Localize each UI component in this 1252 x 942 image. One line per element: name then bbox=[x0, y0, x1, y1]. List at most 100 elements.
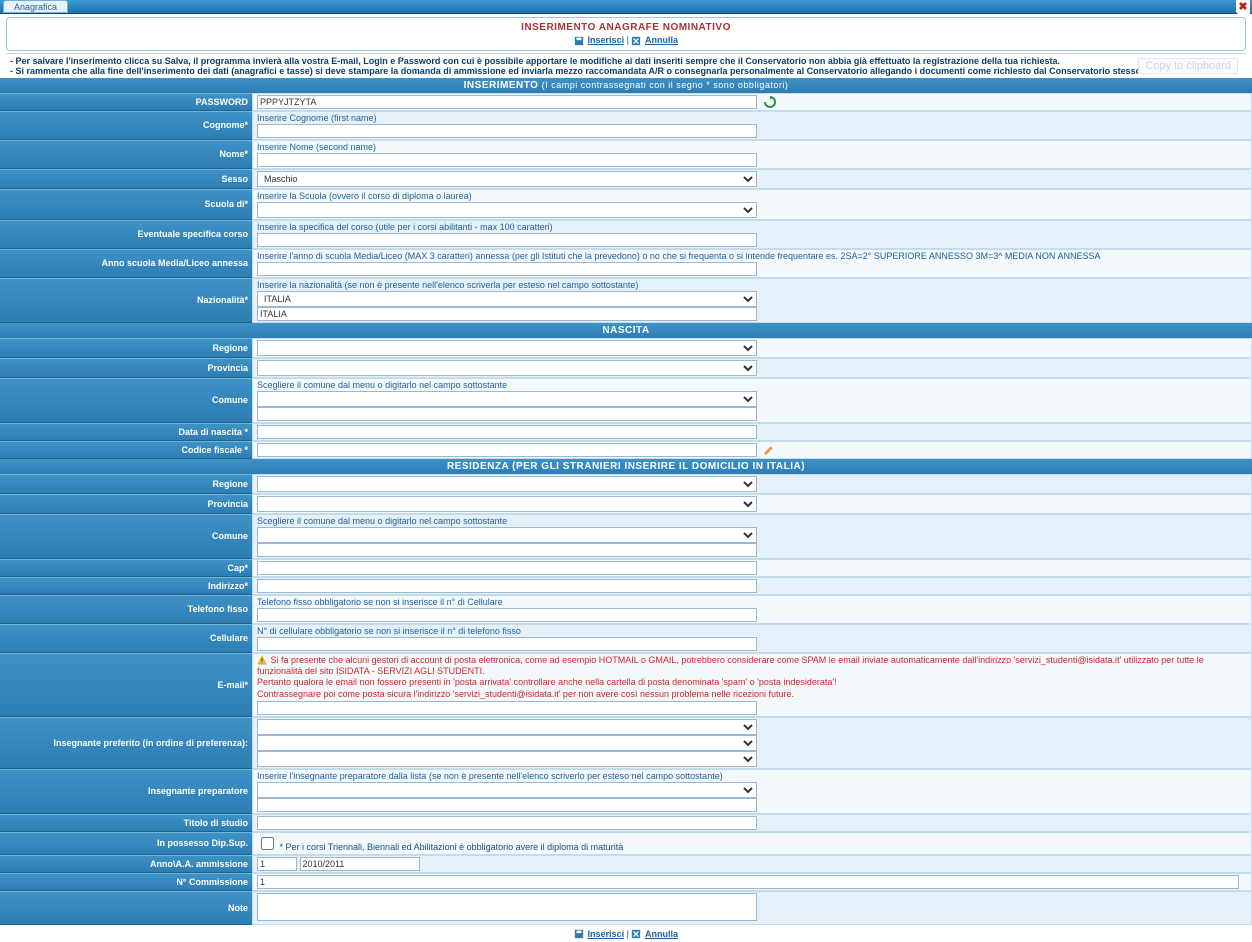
cap-input[interactable] bbox=[257, 561, 757, 575]
lbl-nome: Nome* bbox=[0, 140, 252, 169]
hint-dip-sup: * Per i corsi Triennali, Biennali ed Abi… bbox=[280, 842, 624, 852]
possesso-dip-checkbox[interactable] bbox=[261, 837, 274, 850]
lbl-specifica: Eventuale specifica corso bbox=[0, 220, 252, 249]
lbl-insegnante-preparatore: Insegnante preparatore bbox=[0, 769, 252, 814]
hint-specifica: Inserire la specifica del corso (utile p… bbox=[257, 222, 1247, 232]
hint-cognome: Inserire Cognome (first name) bbox=[257, 113, 1247, 123]
lbl-anno-scuola: Anno scuola Media/Liceo annessa bbox=[0, 249, 252, 278]
insegnante-pref-3-select[interactable] bbox=[257, 751, 757, 767]
instructions: - Per salvare l'inserimento clicca su Sa… bbox=[6, 53, 1246, 78]
instruction-1: - Per salvare l'inserimento clicca su Sa… bbox=[10, 56, 1242, 66]
lbl-insegnante-preferito: Insegnante preferito (in ordine di prefe… bbox=[0, 717, 252, 769]
specifica-input[interactable] bbox=[257, 233, 757, 247]
copy-to-clipboard-hint[interactable]: Copy to clipboard bbox=[1138, 58, 1238, 74]
lbl-nascita-regione: Regione bbox=[0, 338, 252, 358]
lbl-nascita-comune: Comune bbox=[0, 378, 252, 423]
lbl-data-nascita: Data di nascita * bbox=[0, 423, 252, 441]
panel-title: INSERIMENTO ANAGRAFE NOMINATIVO bbox=[15, 22, 1237, 33]
codice-fiscale-input[interactable] bbox=[257, 443, 757, 457]
hint-cellulare: N° di cellulare obbligatorio se non si i… bbox=[257, 626, 1247, 636]
hint-nascita-comune: Scegliere il comune dal menu o digitarlo… bbox=[257, 380, 1247, 390]
note-textarea[interactable] bbox=[257, 893, 757, 921]
nascita-provincia-select[interactable] bbox=[257, 360, 757, 376]
edit-icon[interactable] bbox=[764, 445, 774, 455]
res-comune-input[interactable] bbox=[257, 543, 757, 557]
save-icon-bottom bbox=[574, 929, 584, 939]
email-warn-1: Si fa presente che alcuni gestori di acc… bbox=[257, 655, 1204, 676]
res-comune-select[interactable] bbox=[257, 527, 757, 543]
section-residenza: RESIDENZA (PER GLI STRANIERI INSERIRE IL… bbox=[0, 459, 1252, 474]
insegnante-pref-1-select[interactable] bbox=[257, 719, 757, 735]
email-warn-2: Pertanto qualora le email non fossero pr… bbox=[257, 677, 1247, 688]
titolo-studio-input[interactable] bbox=[257, 816, 757, 830]
hint-preparatore: Inserire l'insegnante preparatore dalla … bbox=[257, 771, 1247, 781]
indirizzo-input[interactable] bbox=[257, 579, 757, 593]
res-provincia-select[interactable] bbox=[257, 496, 757, 512]
password-input[interactable] bbox=[257, 95, 757, 109]
nome-input[interactable] bbox=[257, 153, 757, 167]
lbl-indirizzo: Indirizzo* bbox=[0, 577, 252, 595]
email-input[interactable] bbox=[257, 701, 757, 715]
preparatore-input[interactable] bbox=[257, 798, 757, 812]
lbl-res-comune: Comune bbox=[0, 514, 252, 559]
lbl-codice-fiscale: Codice fiscale * bbox=[0, 441, 252, 459]
email-warn-3: Contrassegnare poi come posta sicura l'i… bbox=[257, 689, 1247, 700]
inserisci-link-top[interactable]: Inserisci bbox=[588, 35, 625, 45]
nascita-comune-select[interactable] bbox=[257, 391, 757, 407]
refresh-icon[interactable] bbox=[764, 96, 776, 108]
anno-scuola-input[interactable] bbox=[257, 262, 757, 276]
hint-telefono: Telefono fisso obbligatorio se non si in… bbox=[257, 597, 1247, 607]
lbl-cognome: Cognome* bbox=[0, 111, 252, 140]
annulla-link-top[interactable]: Annulla bbox=[645, 35, 678, 45]
main-panel: INSERIMENTO ANAGRAFE NOMINATIVO Inserisc… bbox=[6, 17, 1246, 51]
nascita-regione-select[interactable] bbox=[257, 340, 757, 356]
hint-anno-scuola: Inserire l'anno di scuola Media/Liceo (M… bbox=[257, 251, 1247, 261]
n-commissione-input[interactable] bbox=[257, 875, 1239, 889]
lbl-cellulare: Cellulare bbox=[0, 624, 252, 653]
data-nascita-input[interactable] bbox=[257, 425, 757, 439]
res-regione-select[interactable] bbox=[257, 476, 757, 492]
nazionalita-input[interactable] bbox=[257, 307, 757, 321]
hint-scuola: Inserire la Scuola (ovvero il corso di d… bbox=[257, 191, 1247, 201]
lbl-email: E-mail* bbox=[0, 653, 252, 717]
section-inserimento: INSERIMENTO (I campi contrassegnati con … bbox=[0, 78, 1252, 93]
inserisci-link-bottom[interactable]: Inserisci bbox=[588, 929, 625, 939]
sesso-select[interactable]: Maschio bbox=[257, 171, 757, 187]
instruction-2: - Si rammenta che alla fine dell'inserim… bbox=[10, 66, 1242, 76]
tab-anagrafica[interactable]: Anagrafica bbox=[3, 0, 68, 13]
anno-amm-n-input[interactable] bbox=[257, 857, 297, 871]
preparatore-select[interactable] bbox=[257, 782, 757, 798]
nascita-comune-input[interactable] bbox=[257, 407, 757, 421]
telefono-input[interactable] bbox=[257, 608, 757, 622]
lbl-telefono: Telefono fisso bbox=[0, 595, 252, 624]
annulla-link-bottom[interactable]: Annulla bbox=[645, 929, 678, 939]
cancel-icon bbox=[631, 36, 641, 46]
insegnante-pref-2-select[interactable] bbox=[257, 735, 757, 751]
hint-res-comune: Scegliere il comune dal menu o digitarlo… bbox=[257, 516, 1247, 526]
lbl-n-commissione: N° Commissione bbox=[0, 873, 252, 891]
section-nascita: NASCITA bbox=[0, 323, 1252, 338]
lbl-nascita-provincia: Provincia bbox=[0, 358, 252, 378]
nazionalita-select[interactable]: ITALIA bbox=[257, 291, 757, 307]
lbl-anno-aa: Anno\A.A. ammissione bbox=[0, 855, 252, 873]
save-icon bbox=[574, 36, 584, 46]
lbl-scuola: Scuola di* bbox=[0, 189, 252, 220]
lbl-possesso-dip: In possesso Dip.Sup. bbox=[0, 832, 252, 855]
lbl-sesso: Sesso bbox=[0, 169, 252, 189]
lbl-res-provincia: Provincia bbox=[0, 494, 252, 514]
cognome-input[interactable] bbox=[257, 124, 757, 138]
scuola-select[interactable] bbox=[257, 202, 757, 218]
close-icon[interactable]: ✖ bbox=[1236, 0, 1250, 14]
anno-amm-aa-input[interactable] bbox=[300, 857, 420, 871]
lbl-note: Note bbox=[0, 891, 252, 925]
warning-icon bbox=[257, 655, 267, 665]
lbl-cap: Cap* bbox=[0, 559, 252, 577]
hint-nome: Inserire Nome (second name) bbox=[257, 142, 1247, 152]
lbl-password: PASSWORD bbox=[0, 93, 252, 111]
lbl-res-regione: Regione bbox=[0, 474, 252, 494]
lbl-nazionalita: Nazionalità* bbox=[0, 278, 252, 323]
cancel-icon-bottom bbox=[631, 929, 641, 939]
lbl-titolo-studio: Titolo di studio bbox=[0, 814, 252, 832]
hint-nazionalita: Inserire la nazionalità (se non è presen… bbox=[257, 280, 1247, 290]
cellulare-input[interactable] bbox=[257, 637, 757, 651]
